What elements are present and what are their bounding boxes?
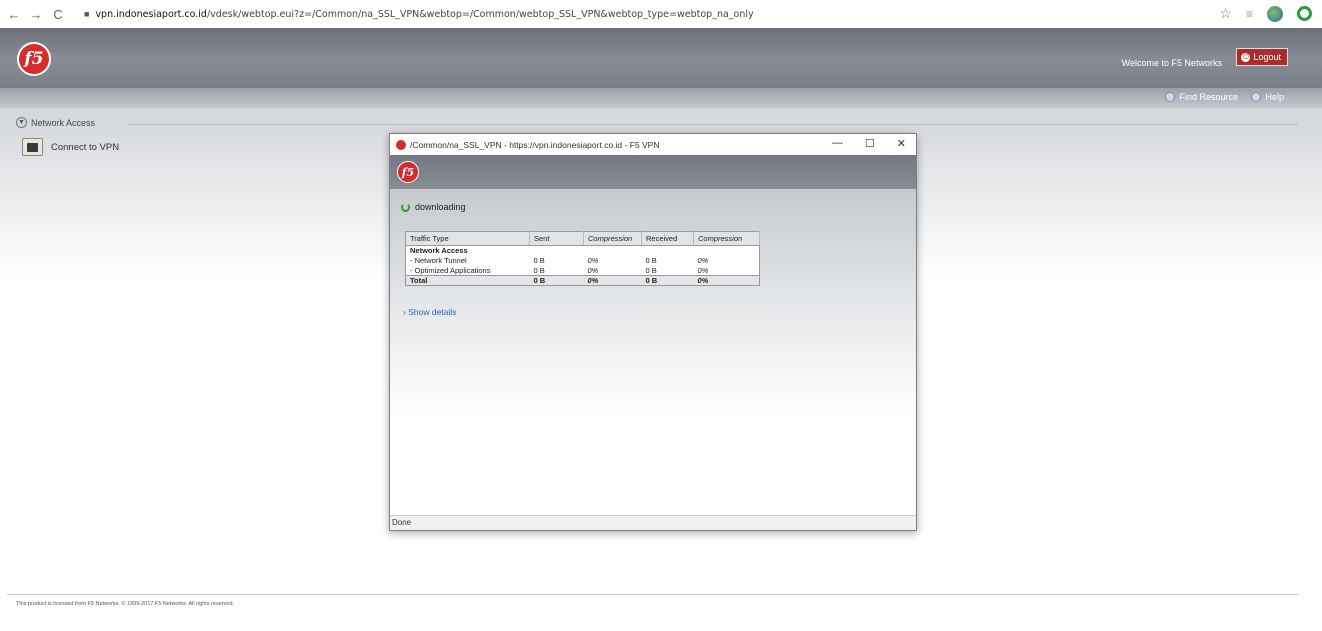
table-header-row: Traffic Type Sent Compression Received C…	[405, 231, 760, 246]
f5-logo: f5	[17, 42, 51, 76]
table-row: - Network Tunnel 0 B 0% 0 B 0%	[406, 256, 760, 266]
table-cell: 0 B	[533, 256, 545, 265]
table-cell: 0%	[583, 275, 642, 286]
table-cell: - Optimized Applications	[410, 265, 491, 275]
column-header: Compression	[693, 231, 760, 246]
column-header: Received	[641, 231, 694, 246]
popup-f5-logo: f5	[397, 161, 419, 183]
minimize-button[interactable]: —	[832, 137, 843, 150]
browser-actions: ☆ ≡	[1219, 5, 1312, 22]
maximize-button[interactable]: ☐	[865, 137, 875, 150]
table-cell: Network Access	[410, 246, 468, 256]
logout-label: Logout	[1253, 52, 1281, 62]
table-cell	[642, 246, 694, 256]
traffic-table: Traffic Type Sent Compression Received C…	[405, 231, 760, 286]
url-path: /vdesk/webtop.eui?z=/Common/na_SSL_VPN&w…	[206, 8, 754, 20]
search-icon	[1165, 92, 1176, 102]
status-text: downloading	[415, 202, 466, 212]
table-cell: 0%	[697, 265, 709, 275]
table-cell: 0 B	[645, 265, 657, 275]
welcome-text: Welcome to F5 Networks	[1121, 58, 1222, 68]
logout-button[interactable]: ⏻ Logout	[1236, 48, 1288, 66]
extension-icon[interactable]: ≡	[1246, 7, 1253, 21]
table-cell: - Network Tunnel	[410, 256, 467, 265]
table-cell: Total	[405, 275, 530, 286]
column-header: Compression	[583, 231, 642, 246]
table-cell	[530, 246, 584, 256]
section-title: Network Access	[31, 117, 96, 128]
power-icon: ⏻	[1241, 52, 1251, 62]
table-cell	[584, 246, 642, 256]
portal-subbar: Find Resource Help	[0, 88, 1322, 108]
browser-toolbar: ← → C ■ vpn.indonesiaport.co.id/vdesk/we…	[0, 0, 1322, 28]
table-cell: 0 B	[641, 275, 694, 286]
table-row-total: Total 0 B 0% 0 B 0%	[405, 275, 760, 286]
bookmark-star-icon[interactable]: ☆	[1219, 5, 1232, 22]
table-cell: 0%	[587, 256, 599, 265]
table-cell: 0%	[587, 265, 599, 275]
lock-icon[interactable]: ■	[84, 9, 89, 19]
profile-avatar-icon[interactable]	[1267, 5, 1283, 22]
footer-copyright: This product is licensed from F5 Network…	[16, 601, 235, 607]
popup-header: f5	[390, 155, 916, 189]
network-access-section-header[interactable]: ▼ Network Access	[16, 117, 95, 128]
reload-button[interactable]: C	[50, 7, 66, 22]
table-cell: 0%	[693, 275, 760, 286]
window-controls: — ☐ ✕	[832, 137, 906, 150]
table-cell	[694, 246, 760, 256]
connection-status: downloading	[401, 202, 466, 212]
table-cell: 0 B	[645, 256, 657, 265]
popup-statusbar: Done	[390, 515, 916, 530]
popup-title-text: /Common/na_SSL_VPN - https://vpn.indones…	[410, 139, 660, 150]
popup-body: downloading Traffic Type Sent Compressio…	[390, 189, 916, 516]
back-button[interactable]: ←	[6, 7, 22, 22]
forward-button[interactable]: →	[28, 7, 44, 22]
table-row: - Optimized Applications 0 B 0% 0 B 0%	[406, 266, 760, 276]
table-cell: 0%	[697, 256, 709, 265]
collapse-icon: ▼	[16, 117, 27, 128]
popup-titlebar[interactable]: /Common/na_SSL_VPN - https://vpn.indones…	[390, 134, 916, 155]
find-resource-link[interactable]: Find Resource	[1165, 92, 1238, 102]
column-header: Traffic Type	[405, 231, 530, 246]
vpn-icon	[22, 138, 43, 156]
help-icon	[1251, 92, 1262, 102]
url-host: vpn.indonesiaport.co.id	[95, 8, 207, 20]
show-details-link[interactable]: › Show details	[403, 307, 456, 317]
f5-app-icon	[396, 139, 406, 150]
extension-ring-icon[interactable]	[1297, 6, 1312, 21]
table-row: Network Access	[406, 246, 760, 256]
help-label: Help	[1265, 92, 1284, 102]
connect-vpn-item[interactable]: Connect to VPN	[22, 138, 119, 156]
close-button[interactable]: ✕	[897, 137, 906, 150]
address-bar[interactable]: vpn.indonesiaport.co.id/vdesk/webtop.eui…	[95, 9, 753, 20]
portal-header: f5 Welcome to F5 Networks ⏻ Logout	[0, 28, 1322, 88]
connect-vpn-label: Connect to VPN	[51, 141, 120, 153]
find-resource-label: Find Resource	[1179, 92, 1238, 102]
help-link[interactable]: Help	[1251, 92, 1284, 102]
section-divider	[128, 124, 1298, 125]
table-cell: 0 B	[533, 265, 545, 275]
column-header: Sent	[529, 231, 584, 246]
footer-divider	[7, 594, 1299, 595]
table-cell: 0 B	[529, 275, 584, 286]
loading-spinner-icon	[401, 202, 410, 212]
vpn-popup-window: /Common/na_SSL_VPN - https://vpn.indones…	[389, 133, 917, 531]
